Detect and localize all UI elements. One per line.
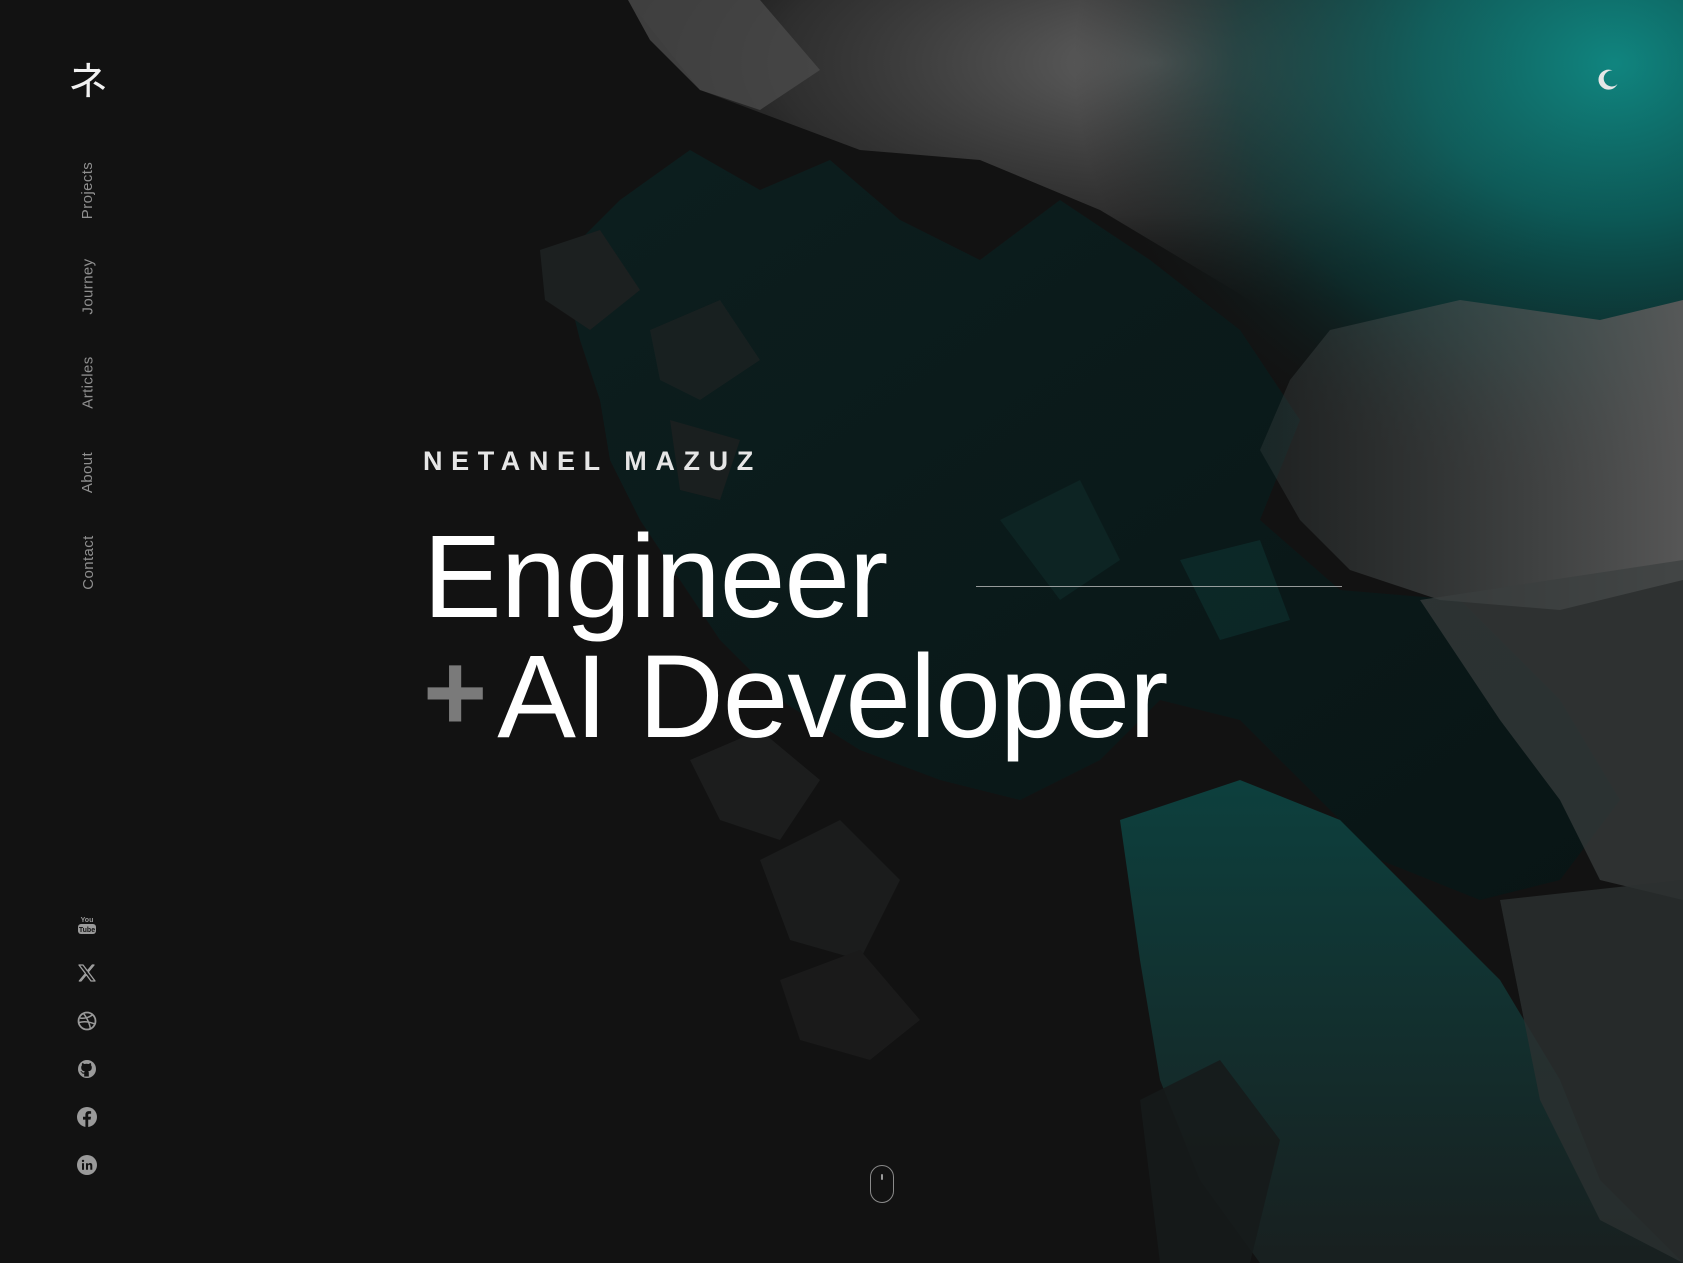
facebook-icon	[77, 1107, 97, 1127]
plus-glyph: +	[423, 631, 488, 754]
hero-role-text: AI Developer	[497, 631, 1168, 763]
dribbble-icon	[77, 1011, 97, 1031]
nav-item-about[interactable]: About	[70, 438, 106, 506]
github-link[interactable]	[74, 1056, 100, 1082]
nav-item-articles[interactable]: Articles	[70, 342, 106, 422]
nav-item-journey[interactable]: Journey	[70, 246, 106, 326]
site-logo[interactable]: ネ	[68, 62, 108, 102]
facebook-link[interactable]	[74, 1104, 100, 1130]
moon-icon	[1598, 69, 1618, 90]
linkedin-link[interactable]	[74, 1152, 100, 1178]
nav-item-label: Projects	[79, 161, 97, 219]
scroll-wheel	[881, 1174, 883, 1180]
nav-item-projects[interactable]: Projects	[70, 150, 106, 230]
nav-item-label: Contact	[79, 534, 97, 590]
svg-text:You: You	[81, 917, 94, 924]
hero-title-line2: + AI Developer	[423, 631, 1168, 763]
x-icon	[78, 964, 96, 982]
mouse-scroll-icon[interactable]	[870, 1165, 894, 1203]
linkedin-icon	[77, 1155, 97, 1175]
theme-toggle-button[interactable]	[1590, 62, 1626, 98]
x-link[interactable]	[74, 960, 100, 986]
nav-item-contact[interactable]: Contact	[70, 522, 106, 602]
github-icon	[78, 1060, 96, 1078]
nav-item-label: About	[79, 451, 97, 493]
nav-item-label: Journey	[79, 257, 97, 315]
hero-title-line1: Engineer	[423, 511, 888, 643]
nav-item-label: Articles	[79, 355, 97, 409]
youtube-icon: You Tube	[78, 917, 96, 934]
dribbble-link[interactable]	[74, 1008, 100, 1034]
youtube-link[interactable]: You Tube	[74, 912, 100, 938]
svg-text:Tube: Tube	[79, 927, 95, 934]
hero-divider-line	[976, 586, 1342, 587]
hero-name: NETANEL MAZUZ	[423, 446, 762, 476]
